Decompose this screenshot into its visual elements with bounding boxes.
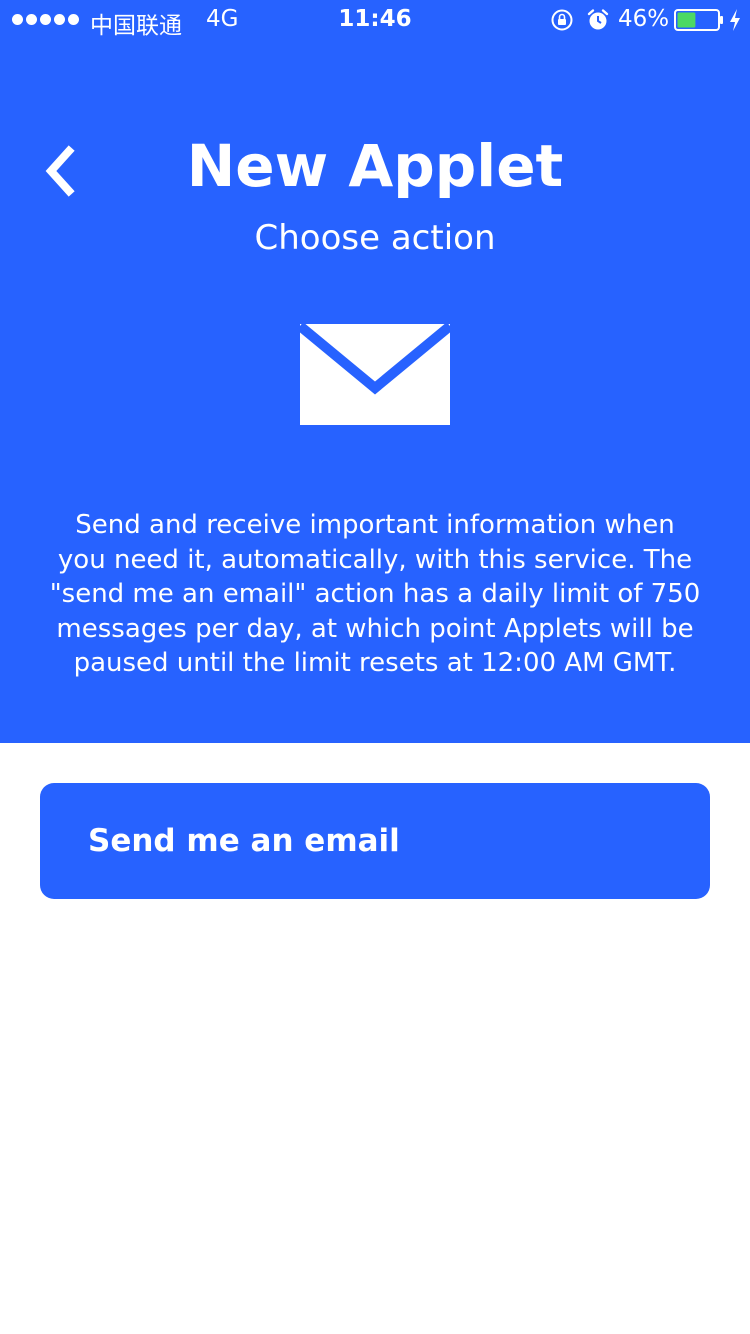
battery-percentage: 46%: [618, 6, 670, 32]
mail-icon: [300, 324, 450, 425]
page-subtitle: Choose action: [254, 218, 496, 258]
page-title: New Applet: [186, 132, 564, 200]
charging-icon: [730, 9, 740, 31]
status-bar: 中国联通 4G 11:46 46%: [0, 0, 750, 40]
action-label: Send me an email: [88, 823, 400, 859]
send-me-an-email-button[interactable]: Send me an email: [40, 783, 710, 899]
orientation-lock-icon: [551, 9, 573, 31]
service-description: Send and receive important information w…: [49, 510, 701, 678]
header: 中国联通 4G 11:46 46% New Applet Choose acti…: [0, 0, 750, 743]
battery-icon: [674, 9, 723, 31]
alarm-icon: [587, 9, 609, 30]
